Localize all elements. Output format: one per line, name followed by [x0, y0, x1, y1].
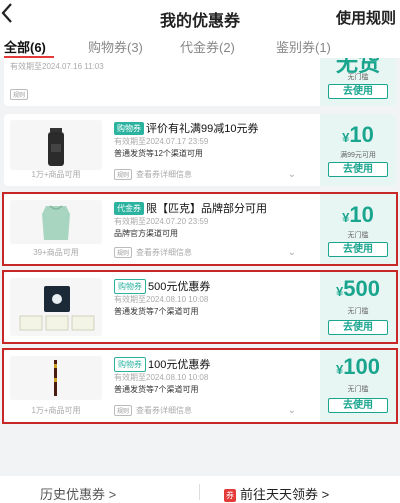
coupon-amount: ¥10 — [342, 122, 374, 147]
rules-tag: 规则 — [114, 169, 133, 180]
usage-rules-link[interactable]: 使用规则 — [336, 7, 396, 28]
coupon-threshold: 满99元可用 — [340, 152, 376, 159]
coupon-value-panel: ¥10 满99元可用 去使用 — [320, 114, 396, 186]
coupon-badge-icon: 券 — [224, 489, 236, 503]
coupon-tabs: 全部(6) 购物券(3) 代金券(2) 鉴别券(1) — [0, 34, 400, 58]
bottom-bar: 历史优惠券 > 券前往天天领券 > — [0, 476, 400, 503]
tab-shopping[interactable]: 购物券(3) — [88, 37, 143, 56]
highlight-box — [2, 348, 398, 424]
header-bar: 我的优惠券 使用规则 — [0, 0, 400, 34]
coupon-validity: 有效期至2024.07.17 23:59 — [114, 137, 209, 146]
highlight-box — [2, 192, 398, 266]
chevron-down-icon[interactable]: ⌄ — [288, 169, 296, 180]
divider — [199, 484, 200, 500]
coupon-details-link[interactable]: 规则 查看券详细信息 — [114, 169, 192, 180]
coupon-channel: 普通发货等12个渠道可用 — [114, 149, 203, 158]
use-coupon-button[interactable]: 去使用 — [328, 162, 388, 177]
tab-authentication[interactable]: 鉴别券(1) — [276, 37, 331, 56]
highlight-box — [2, 270, 398, 344]
coupon-type-badge: 购物券 — [114, 121, 144, 135]
coupon-value-panel: 无货 无门槛 去使用 — [320, 58, 396, 106]
coupon-title: 评价有礼满99减10元券 — [146, 123, 259, 135]
product-count-caption: 1万+商品可用 — [31, 170, 81, 179]
coupon-card: 1万+商品可用 购物券 评价有礼满99减10元券 有效期至2024.07.17 2… — [4, 114, 396, 186]
coupon-validity: 有效期至2024.07.16 11:03 — [10, 62, 104, 71]
use-coupon-button[interactable]: 去使用 — [328, 84, 388, 99]
rules-tag: 规则 — [10, 89, 32, 100]
tab-voucher[interactable]: 代金券(2) — [180, 37, 235, 56]
details-text: 查看券详细信息 — [136, 169, 193, 179]
daily-coupons-label: 前往天天领券 > — [240, 487, 330, 502]
coupon-name: 购物券 评价有礼满99减10元券 — [114, 120, 314, 136]
coupon-list: 有效期至2024.07.16 11:03 规则 无货 无门槛 去使用 1万+商品… — [0, 58, 400, 476]
coupon-threshold: 无门槛 — [347, 74, 369, 81]
product-image — [10, 120, 102, 170]
coupon-card: 有效期至2024.07.16 11:03 规则 无货 无门槛 去使用 — [4, 58, 396, 106]
history-coupons-link[interactable]: 历史优惠券 > — [40, 484, 116, 503]
tab-all[interactable]: 全部(6) — [4, 37, 46, 56]
daily-coupons-link[interactable]: 券前往天天领券 > — [224, 484, 329, 503]
